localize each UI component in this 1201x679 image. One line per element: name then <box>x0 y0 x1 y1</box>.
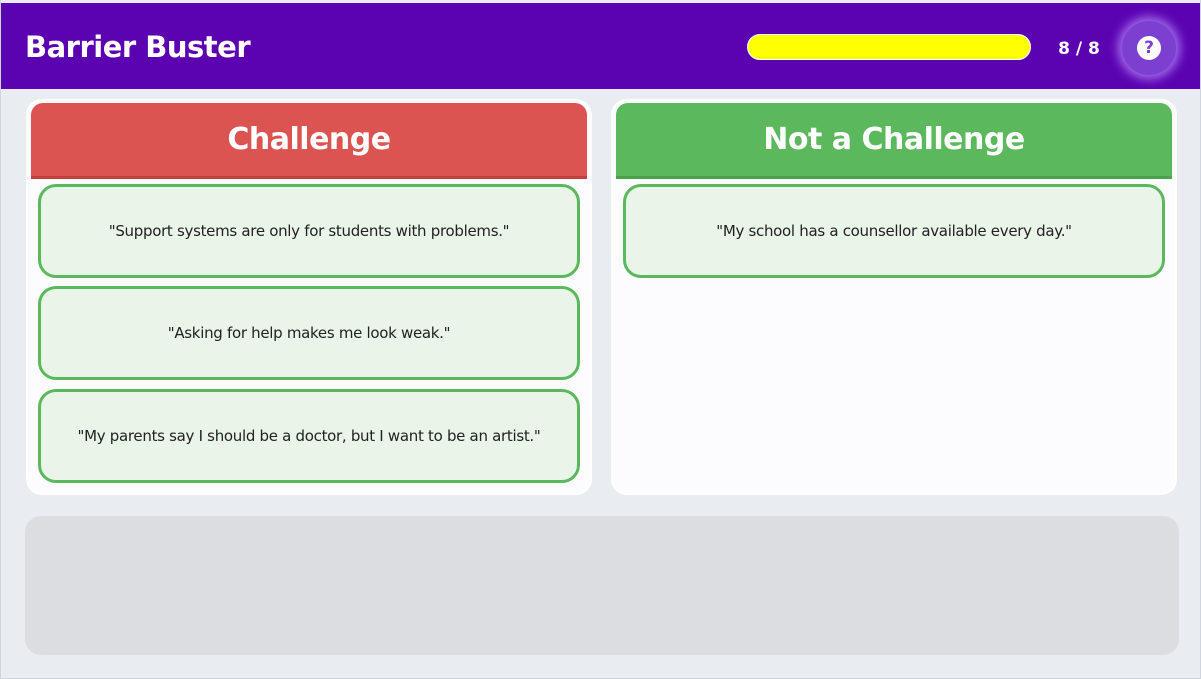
help-button[interactable]: ? <box>1122 21 1176 75</box>
statement-card[interactable]: "Asking for help makes me look weak." <box>38 286 580 380</box>
statement-card[interactable]: "Support systems are only for students w… <box>38 184 580 278</box>
challenge-heading: Challenge <box>31 103 587 179</box>
question-circle-icon: ? <box>1137 36 1161 60</box>
not-challenge-heading: Not a Challenge <box>616 103 1172 179</box>
statement-card[interactable]: "My parents say I should be a doctor, bu… <box>38 389 580 483</box>
card-tray[interactable] <box>25 516 1179 655</box>
challenge-dropzone[interactable]: Challenge "Support systems are only for … <box>28 101 590 493</box>
game-title: Barrier Buster <box>25 30 251 64</box>
top-bar: Barrier Buster 8 / 8 ? <box>1 3 1200 89</box>
progress-bar <box>747 34 1031 60</box>
game-app: Barrier Buster 8 / 8 ? Challenge "Suppor… <box>0 0 1201 679</box>
not-challenge-dropzone[interactable]: Not a Challenge "My school has a counsel… <box>613 101 1175 493</box>
score-counter: 8 / 8 <box>1058 39 1100 59</box>
statement-card[interactable]: "My school has a counsellor available ev… <box>623 184 1165 278</box>
progress-fill <box>748 35 1030 59</box>
